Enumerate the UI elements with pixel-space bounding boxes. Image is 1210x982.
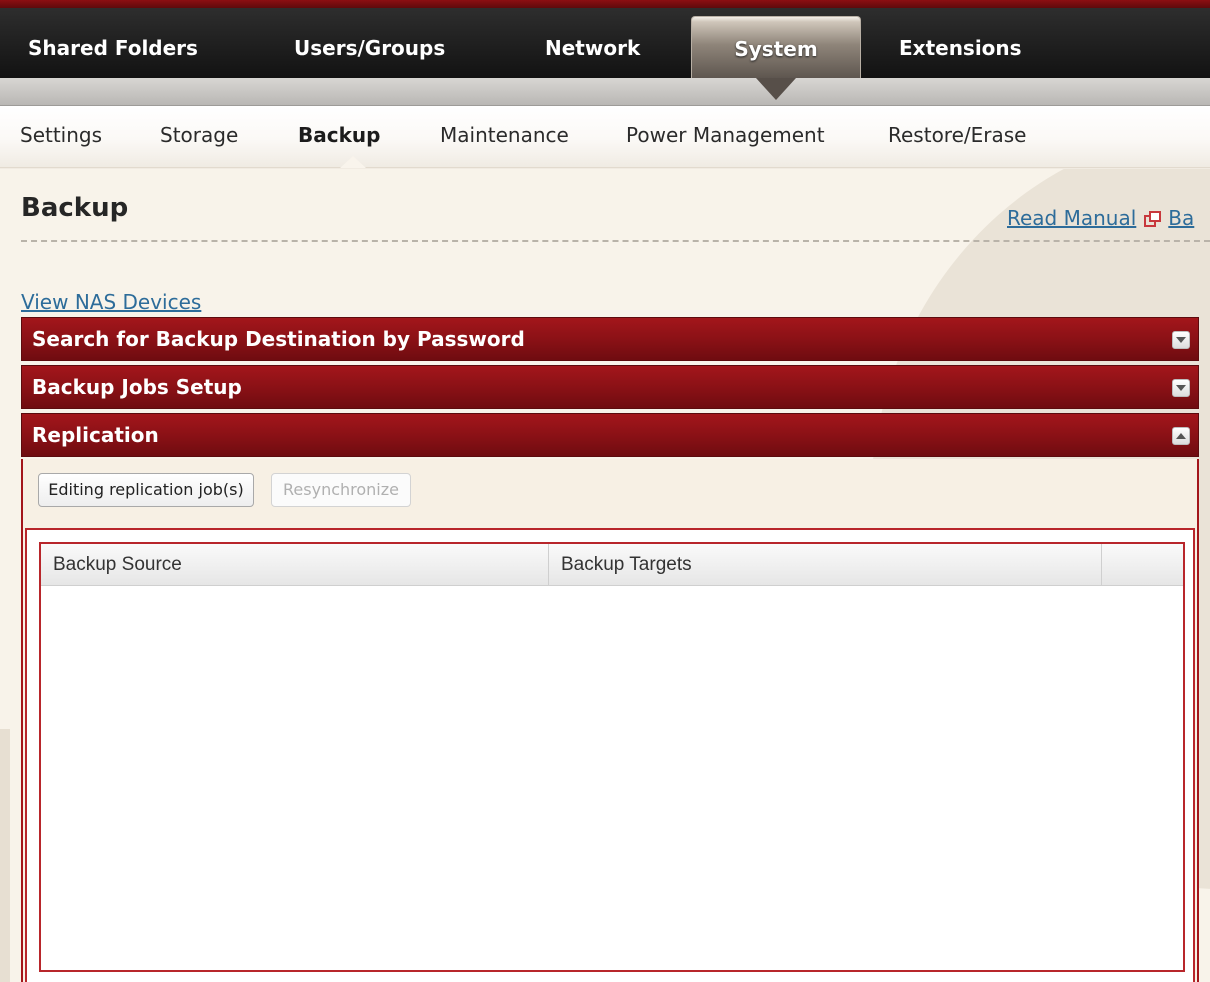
subnav-restore-erase[interactable]: Restore/Erase [888,123,1026,147]
expand-icon[interactable] [1172,379,1190,397]
subnav-power-management[interactable]: Power Management [626,123,825,147]
active-subtab-caret-icon [340,156,366,168]
subnav-backup[interactable]: Backup [298,123,380,147]
grid-header: Backup Source Backup Targets [41,544,1183,586]
active-tab-pointer-icon [756,78,796,100]
panel-title: Search for Backup Destination by Passwor… [32,327,525,351]
column-header-backup-targets[interactable]: Backup Targets [549,544,1102,586]
nav-extensions[interactable]: Extensions [899,8,1022,78]
background-shade [0,729,10,982]
external-link-icon [1144,208,1162,227]
expand-icon[interactable] [1172,331,1190,349]
title-separator [21,240,1210,242]
panel-search-backup-destination[interactable]: Search for Backup Destination by Passwor… [21,317,1199,361]
resynchronize-button[interactable]: Resynchronize [271,473,411,507]
content-area: Backup Read Manual Ba View NAS Devices Se… [0,169,1210,982]
nav-shared-folders[interactable]: Shared Folders [28,8,198,78]
subnav-settings[interactable]: Settings [20,123,102,147]
nav-divider-bar [0,78,1210,106]
nav-system[interactable]: System [691,16,861,78]
page-title: Backup [21,193,129,223]
subnav-storage[interactable]: Storage [160,123,238,147]
replication-grid: Backup Source Backup Targets [39,542,1185,972]
column-header-backup-source[interactable]: Backup Source [41,544,549,586]
replication-panel-body: Editing replication job(s) Resynchronize… [21,459,1199,982]
top-accent-bar [0,0,1210,8]
view-nas-devices-link[interactable]: View NAS Devices [21,290,201,314]
panel-backup-jobs-setup[interactable]: Backup Jobs Setup [21,365,1199,409]
column-header-actions [1102,544,1183,586]
back-link[interactable]: Ba [1168,206,1194,230]
panel-replication[interactable]: Replication [21,413,1199,457]
read-manual-link[interactable]: Read Manual [1007,206,1136,230]
panel-title: Backup Jobs Setup [32,375,242,399]
edit-replication-jobs-button[interactable]: Editing replication job(s) [38,473,254,507]
main-nav: Shared Folders Users/Groups Network Syst… [0,8,1210,78]
help-links: Read Manual Ba [1007,206,1194,230]
replication-grid-container: Backup Source Backup Targets [25,528,1195,982]
subnav-maintenance[interactable]: Maintenance [440,123,569,147]
sub-nav: Settings Storage Backup Maintenance Powe… [0,106,1210,168]
panel-title: Replication [32,423,159,447]
collapse-icon[interactable] [1172,427,1190,445]
nav-users-groups[interactable]: Users/Groups [294,8,445,78]
nav-network[interactable]: Network [545,8,640,78]
